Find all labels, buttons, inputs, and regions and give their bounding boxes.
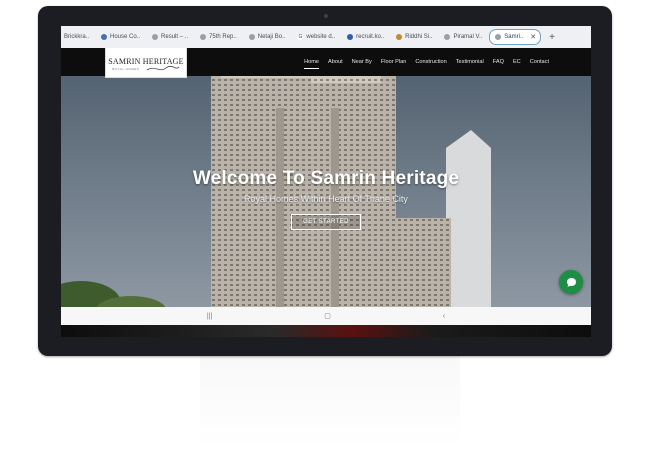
browser-tab-strip: Brickkra.. House Co.. Result – .. 75th R… <box>61 26 591 48</box>
main-menu: Home About Near By Floor Plan Constructi… <box>304 48 549 76</box>
tablet-screen: Brickkra.. House Co.. Result – .. 75th R… <box>61 26 591 337</box>
google-favicon-icon: G <box>297 34 304 40</box>
hero-title: Welcome To Samrin Heritage <box>192 168 460 189</box>
browser-tab[interactable]: recruit.ko.. <box>342 30 389 44</box>
browser-tab[interactable]: G website d.. <box>292 30 340 44</box>
site-favicon-icon <box>200 34 207 40</box>
system-navigation-bar: ||| ▢ ‹ <box>61 307 591 325</box>
hero-section: Welcome To Samrin Heritage Royal Homes W… <box>61 168 591 230</box>
browser-tab[interactable]: 75th Rep.. <box>195 30 242 44</box>
nav-faq[interactable]: FAQ <box>493 59 504 65</box>
lower-screen-strip <box>61 325 591 337</box>
tab-label: Riddhi Si.. <box>405 34 433 40</box>
website-page: SAMRIN HERITAGE ROYAL HOMES Home About N… <box>61 48 591 307</box>
browser-tab-active[interactable]: Samri.. ✕ <box>489 29 542 45</box>
nav-contact[interactable]: Contact <box>530 59 549 65</box>
tab-label: recruit.ko.. <box>356 34 385 40</box>
home-icon[interactable]: ▢ <box>324 312 331 320</box>
logo-flourish-icon <box>146 65 180 71</box>
tab-label: 75th Rep.. <box>209 34 237 40</box>
tab-label: Brickkra.. <box>64 34 90 40</box>
nav-ec[interactable]: EC <box>513 59 521 65</box>
browser-tab[interactable]: Brickkra.. <box>61 30 94 44</box>
nav-near-by[interactable]: Near By <box>352 59 372 65</box>
get-started-button[interactable]: GET STARTED <box>291 214 361 230</box>
back-icon[interactable]: ‹ <box>443 313 445 320</box>
tablet-device: Brickkra.. House Co.. Result – .. 75th R… <box>38 6 612 356</box>
nav-testimonial[interactable]: Testimonial <box>456 59 484 65</box>
site-logo[interactable]: SAMRIN HERITAGE ROYAL HOMES <box>105 48 187 78</box>
nav-home[interactable]: Home <box>304 59 319 69</box>
nav-floor-plan[interactable]: Floor Plan <box>381 59 407 65</box>
tab-label: Netaji Bo.. <box>257 34 286 40</box>
browser-tab[interactable]: Riddhi Si.. <box>391 30 437 44</box>
tab-label: Result – .. <box>161 34 189 40</box>
site-favicon-icon <box>248 34 255 40</box>
chat-button[interactable] <box>559 270 583 294</box>
site-favicon-icon <box>444 34 451 40</box>
browser-tab[interactable]: Netaji Bo.. <box>244 30 291 44</box>
site-navbar: SAMRIN HERITAGE ROYAL HOMES Home About N… <box>61 48 591 78</box>
chat-bubble-icon <box>566 277 576 287</box>
recent-apps-icon[interactable]: ||| <box>207 313 212 320</box>
hero-subtitle: Royal Homes Within Heart Of Thane City <box>244 194 408 204</box>
site-favicon-icon <box>396 34 403 40</box>
tab-label: website d.. <box>306 34 336 40</box>
site-favicon-icon <box>152 34 159 40</box>
nav-about[interactable]: About <box>328 59 343 65</box>
front-camera <box>324 14 328 18</box>
new-tab-icon[interactable]: + <box>549 32 555 43</box>
close-tab-icon[interactable]: ✕ <box>530 33 536 41</box>
tab-label: House Co.. <box>110 34 141 40</box>
browser-tab[interactable]: House Co.. <box>96 30 145 44</box>
logo-tagline: ROYAL HOMES <box>112 67 140 71</box>
tab-label: Piramal V.. <box>453 34 483 40</box>
browser-tab[interactable]: Piramal V.. <box>439 30 487 44</box>
site-favicon-icon <box>347 34 354 40</box>
diamond-favicon-icon <box>101 34 108 40</box>
nav-construction[interactable]: Construction <box>415 59 446 65</box>
device-shadow <box>200 356 460 450</box>
tab-label: Samri.. <box>504 34 524 40</box>
browser-tab[interactable]: Result – .. <box>147 30 193 44</box>
site-favicon-icon <box>495 34 502 40</box>
